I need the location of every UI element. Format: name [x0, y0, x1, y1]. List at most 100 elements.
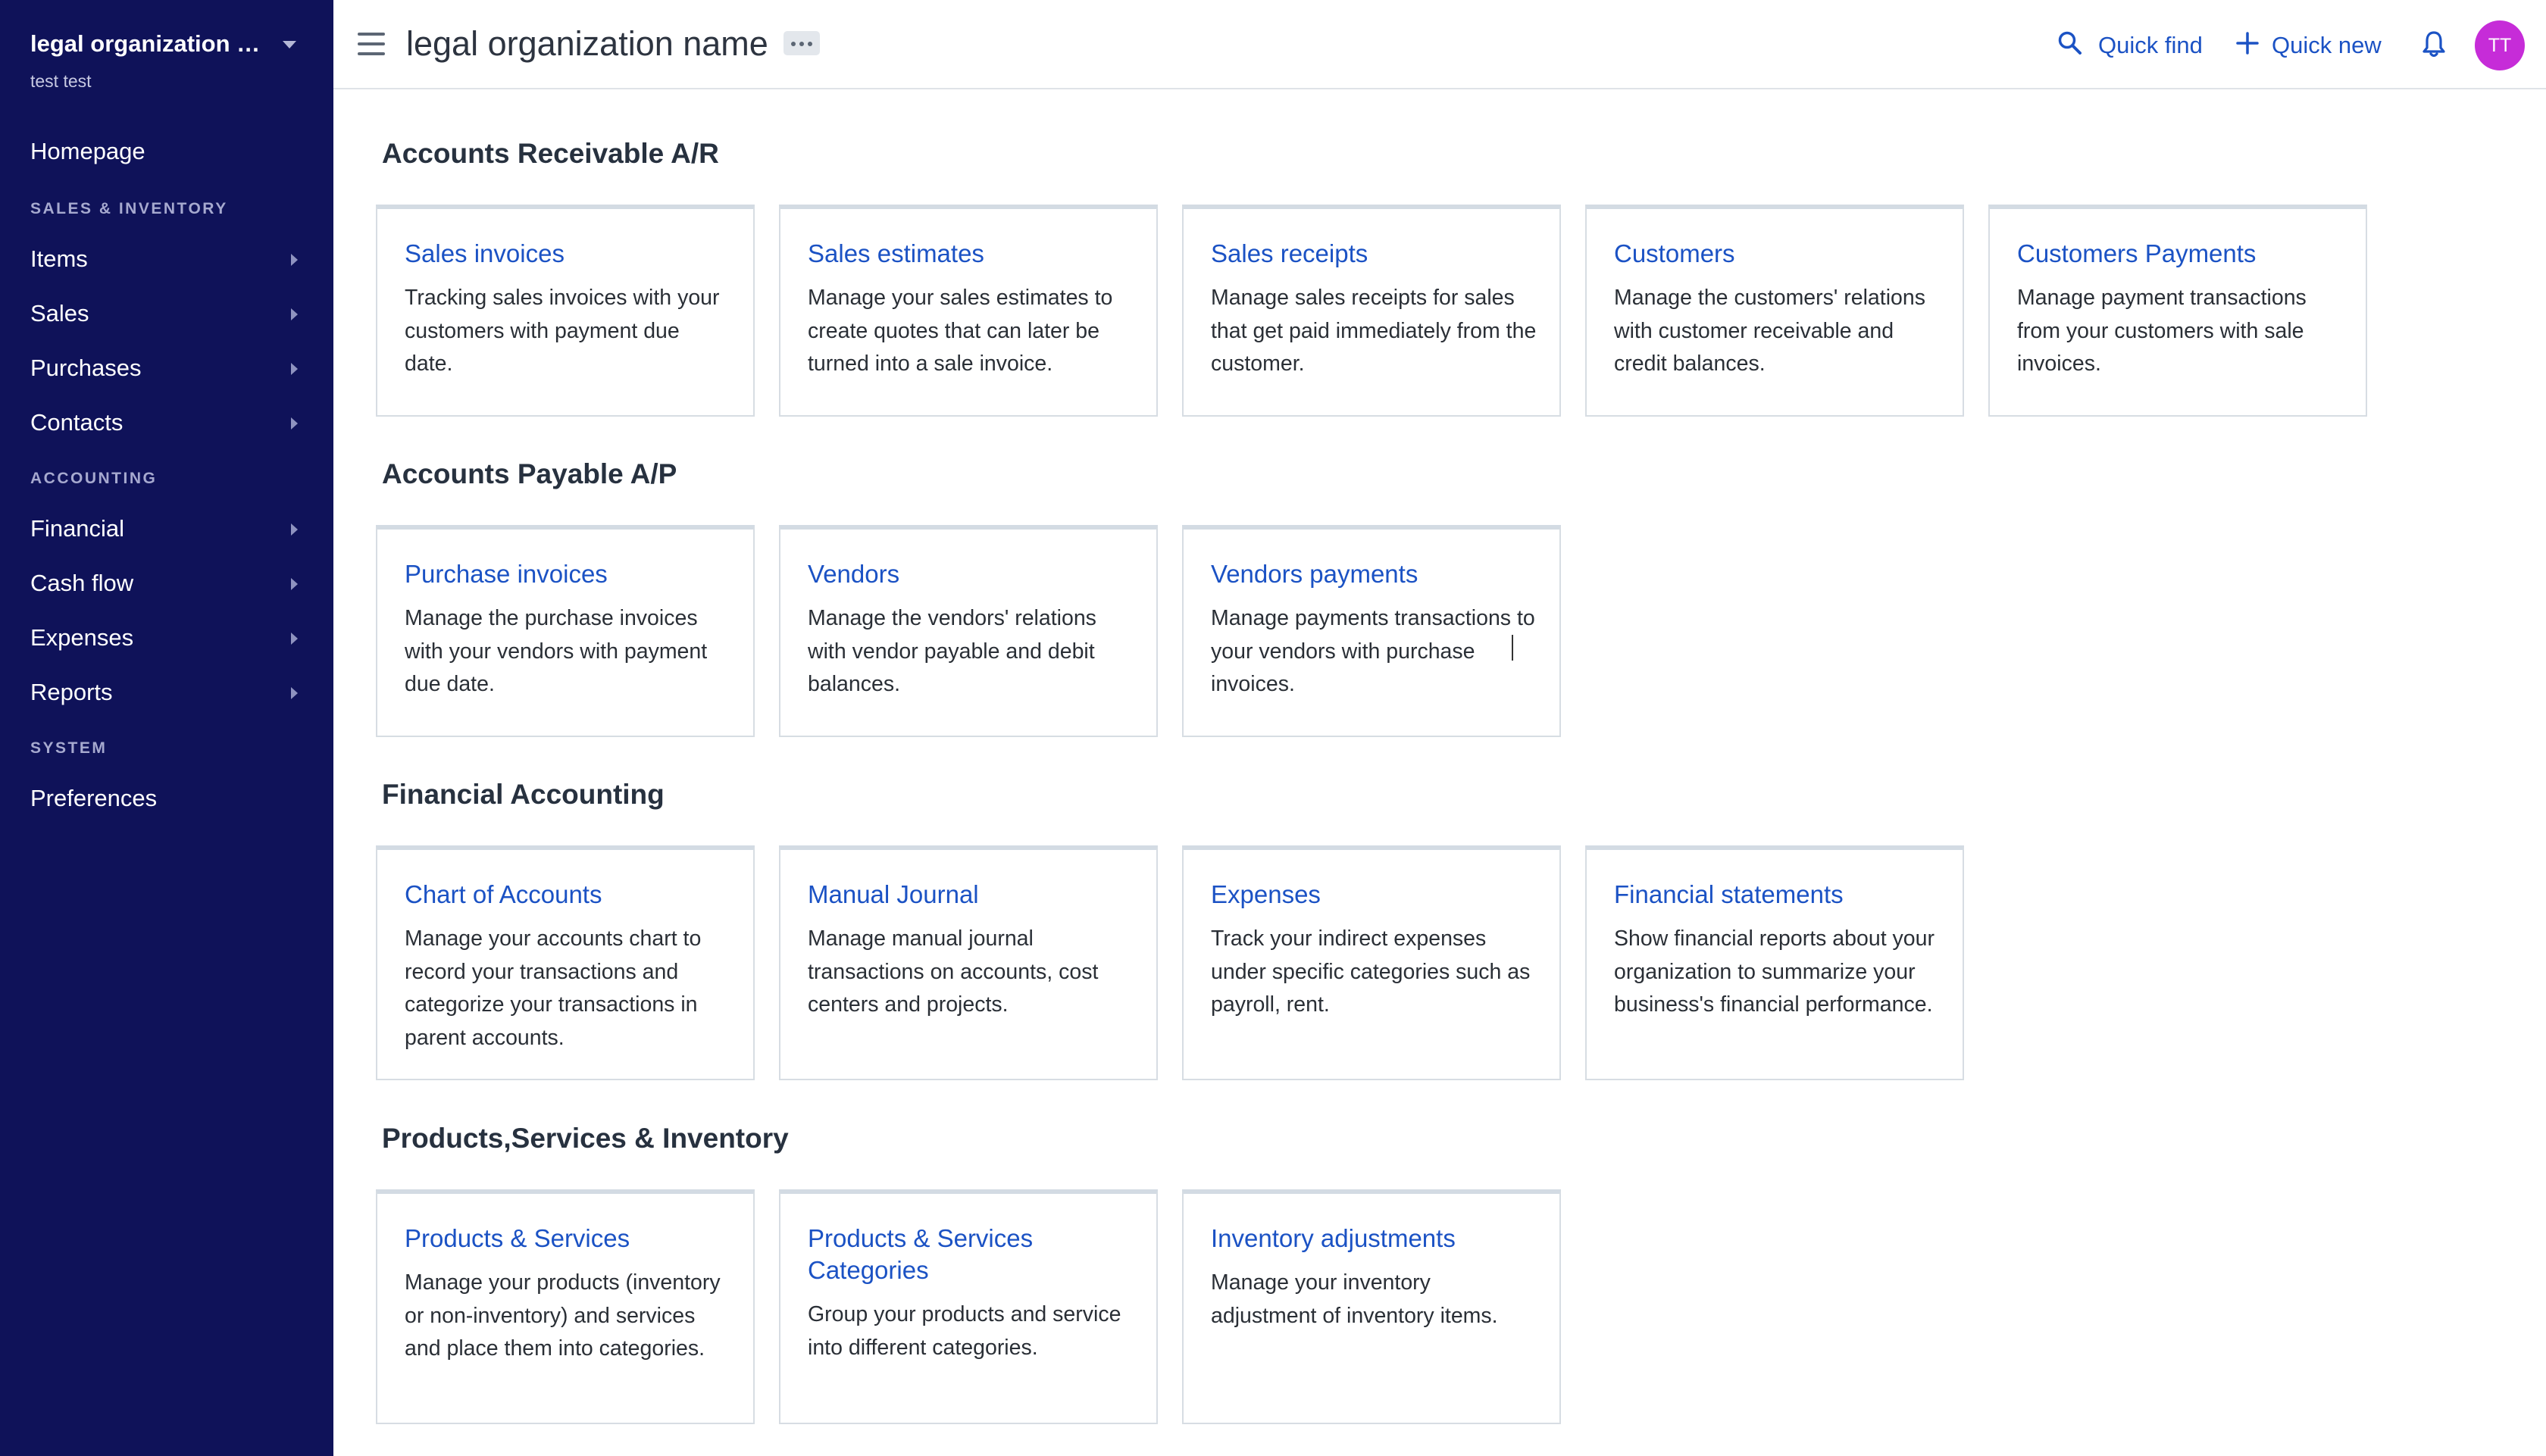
plus-icon [2236, 32, 2259, 55]
sidebar-item-label: Reports [30, 679, 113, 705]
card-title: Products & Services [405, 1224, 630, 1252]
card-description: Tracking sales invoices with your custom… [405, 286, 720, 376]
card-manual-journal[interactable]: Manual Journal Manage manual journal tra… [779, 845, 1158, 1080]
sidebar-item-items[interactable]: Items [0, 233, 333, 286]
sidebar-item-label: Financial [30, 515, 125, 542]
caret-right-icon [291, 687, 298, 699]
sidebar-item-financial[interactable]: Financial [0, 503, 333, 556]
card-products-services-categories[interactable]: Products & Services Categories Group you… [779, 1189, 1158, 1424]
card-vendors-payments[interactable]: Vendors payments Manage payments transac… [1182, 525, 1561, 737]
card-description: Manage the customers' relations with cus… [1614, 286, 1925, 376]
top-bar: legal organization name Quick find Quick… [333, 0, 2546, 89]
main-content: Accounts Receivable A/R Sales invoices T… [333, 91, 2546, 1456]
card-customers[interactable]: Customers Manage the customers' relation… [1585, 205, 1964, 417]
caret-right-icon [291, 578, 298, 590]
card-customers-payments[interactable]: Customers Payments Manage payment transa… [1988, 205, 2367, 417]
section-title-accounts-receivable: Accounts Receivable A/R [382, 138, 719, 169]
sidebar-section-system: SYSTEM [30, 739, 108, 757]
quick-new-button[interactable]: Quick new [2235, 26, 2382, 64]
card-title: Sales receipts [1211, 239, 1368, 267]
card-description: Manage your sales estimates to create qu… [808, 286, 1113, 376]
card-description: Manage your products (inventory or non-i… [405, 1270, 721, 1361]
caret-right-icon [291, 633, 298, 645]
caret-right-icon [291, 363, 298, 375]
section-title-products-services-inventory: Products,Services & Inventory [382, 1123, 789, 1154]
card-title: Inventory adjustments [1211, 1224, 1456, 1252]
section-title-accounts-payable: Accounts Payable A/P [382, 458, 677, 489]
card-description: Manage the purchase invoices with your v… [405, 606, 708, 696]
card-description: Manage your inventory adjustment of inve… [1211, 1270, 1498, 1328]
sidebar: legal organization n... test test Homepa… [0, 0, 333, 1456]
more-options-button[interactable] [784, 31, 820, 55]
app-root: legal organization n... test test Homepa… [0, 0, 2546, 1456]
card-sales-receipts[interactable]: Sales receipts Manage sales receipts for… [1182, 205, 1561, 417]
sidebar-item-label: Preferences [30, 785, 158, 811]
card-financial-statements[interactable]: Financial statements Show financial repo… [1585, 845, 1964, 1080]
sidebar-item-cash-flow[interactable]: Cash flow [0, 558, 333, 611]
card-inventory-adjustments[interactable]: Inventory adjustments Manage your invent… [1182, 1189, 1561, 1424]
caret-down-icon [283, 41, 296, 48]
sidebar-item-label: Homepage [30, 138, 145, 164]
sidebar-section-accounting: ACCOUNTING [30, 470, 158, 487]
card-vendors[interactable]: Vendors Manage the vendors' relations wi… [779, 525, 1158, 737]
card-title: Financial statements [1614, 880, 1844, 908]
card-sales-invoices[interactable]: Sales invoices Tracking sales invoices w… [376, 205, 755, 417]
caret-right-icon [291, 417, 298, 430]
caret-right-icon [291, 254, 298, 266]
card-title: Vendors [808, 560, 900, 588]
sidebar-item-contacts[interactable]: Contacts [0, 397, 333, 450]
card-description: Manage sales receipts for sales that get… [1211, 286, 1537, 376]
menu-toggle-icon[interactable] [358, 33, 385, 55]
section-title-financial-accounting: Financial Accounting [382, 779, 665, 810]
caret-right-icon [291, 308, 298, 320]
bell-icon [2422, 31, 2445, 58]
card-description: Manage your accounts chart to record you… [405, 926, 702, 1050]
user-name: test test [30, 71, 92, 91]
sidebar-item-label: Purchases [30, 355, 142, 381]
sidebar-item-purchases[interactable]: Purchases [0, 342, 333, 395]
sidebar-item-label: Cash flow [30, 570, 134, 596]
sidebar-item-homepage[interactable]: Homepage [0, 126, 333, 179]
card-description: Show financial reports about your organi… [1614, 926, 1935, 1017]
card-title: Purchase invoices [405, 560, 608, 588]
sidebar-item-expenses[interactable]: Expenses [0, 612, 333, 665]
organization-name: legal organization n... [30, 30, 265, 57]
card-title: Vendors payments [1211, 560, 1418, 588]
card-purchase-invoices[interactable]: Purchase invoices Manage the purchase in… [376, 525, 755, 737]
card-description: Manage payment transactions from your cu… [2017, 286, 2307, 376]
card-chart-of-accounts[interactable]: Chart of Accounts Manage your accounts c… [376, 845, 755, 1080]
sidebar-section-sales-inventory: SALES & INVENTORY [30, 200, 228, 217]
organization-switcher[interactable]: legal organization n... test test [30, 29, 303, 97]
card-expenses[interactable]: Expenses Track your indirect expenses un… [1182, 845, 1561, 1080]
card-title: Expenses [1211, 880, 1321, 908]
card-products-services[interactable]: Products & Services Manage your products… [376, 1189, 755, 1424]
sidebar-item-sales[interactable]: Sales [0, 288, 333, 341]
card-title: Sales invoices [405, 239, 565, 267]
card-description: Manage the vendors' relations with vendo… [808, 606, 1096, 696]
card-title: Products & Services Categories [808, 1224, 1034, 1284]
card-description: Track your indirect expenses under speci… [1211, 926, 1531, 1017]
sidebar-item-label: Expenses [30, 624, 134, 651]
sidebar-item-preferences[interactable]: Preferences [0, 773, 333, 826]
page-title: legal organization name [406, 24, 768, 63]
quick-find-button[interactable]: Quick find [2057, 26, 2203, 64]
sidebar-item-label: Contacts [30, 409, 124, 436]
text-cursor [1512, 635, 1513, 661]
quick-find-label: Quick find [2098, 32, 2203, 58]
quick-new-label: Quick new [2272, 32, 2382, 58]
card-title: Customers [1614, 239, 1735, 267]
sidebar-item-label: Items [30, 245, 88, 272]
notifications-button[interactable] [2419, 26, 2449, 64]
card-title: Manual Journal [808, 880, 979, 908]
card-sales-estimates[interactable]: Sales estimates Manage your sales estima… [779, 205, 1158, 417]
card-title: Chart of Accounts [405, 880, 602, 908]
card-description: Group your products and service into dif… [808, 1302, 1121, 1360]
sidebar-item-reports[interactable]: Reports [0, 667, 333, 720]
card-description: Manage payments transactions to your ven… [1211, 606, 1535, 696]
user-avatar[interactable]: TT [2475, 20, 2525, 70]
caret-right-icon [291, 523, 298, 536]
sidebar-item-label: Sales [30, 300, 89, 327]
card-title: Customers Payments [2017, 239, 2257, 267]
card-title: Sales estimates [808, 239, 984, 267]
search-icon [2058, 31, 2082, 55]
